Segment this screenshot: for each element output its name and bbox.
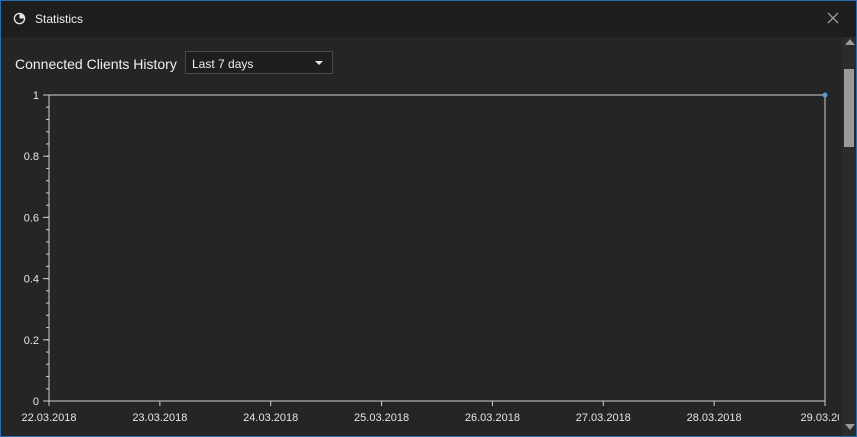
scrollbar-thumb[interactable]: [844, 69, 854, 147]
chevron-down-icon: [315, 61, 323, 65]
x-tick-label: 26.03.2018: [465, 412, 520, 424]
x-tick-label: 25.03.2018: [354, 412, 409, 424]
y-tick-label: 0.4: [24, 274, 39, 286]
time-range-dropdown[interactable]: Last 7 days: [185, 51, 333, 74]
y-tick-label: 0.8: [24, 151, 39, 163]
close-icon[interactable]: [824, 9, 842, 27]
x-tick-label: 27.03.2018: [576, 412, 631, 424]
vertical-scrollbar[interactable]: [842, 37, 856, 436]
pie-chart-icon: [13, 12, 26, 25]
window-title: Statistics: [35, 12, 84, 26]
x-tick-label: 22.03.2018: [21, 412, 76, 424]
y-tick-label: 0: [33, 396, 39, 408]
x-tick-label: 28.03.2018: [687, 412, 742, 424]
connected-clients-chart: 0 0.2 0.4 0.6 0.8 1 22.03.2018 23.03.2018 24.03.…: [21, 90, 839, 424]
x-tick-label: 24.03.2018: [243, 412, 298, 424]
plot-area: [48, 94, 826, 402]
x-tick-label: 23.03.2018: [132, 412, 187, 424]
statistics-window: Statistics Connected Clients History Las…: [0, 0, 857, 437]
y-tick-label: 1: [33, 90, 39, 102]
data-point: [822, 92, 828, 98]
scroll-down-icon[interactable]: [845, 424, 855, 430]
scroll-up-icon[interactable]: [845, 39, 855, 45]
dropdown-selected-value: Last 7 days: [192, 57, 254, 71]
chart-label: Connected Clients History: [15, 56, 177, 72]
y-tick-label: 0.2: [24, 335, 39, 347]
x-tick-label: 29.03.201: [801, 412, 839, 424]
y-tick-label: 0.6: [24, 212, 39, 224]
title-bar: Statistics: [1, 1, 856, 37]
